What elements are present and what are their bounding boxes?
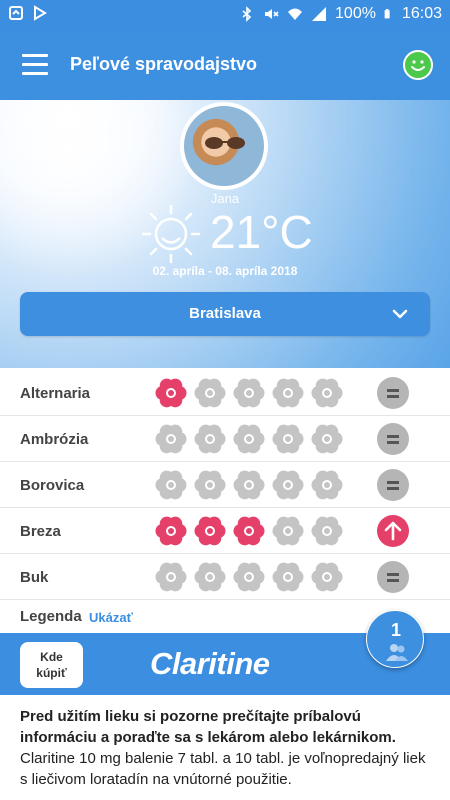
trend-equal-icon (377, 561, 409, 593)
signal-icon (312, 7, 327, 21)
trend-equal-icon (377, 377, 409, 409)
buy-line-2: kúpiť (36, 666, 67, 680)
trend-up-icon (377, 515, 409, 547)
pollen-name: Alternaria (20, 385, 91, 402)
flower-inactive-icon (310, 468, 344, 502)
flower-inactive-icon (154, 468, 188, 502)
disclaimer-text: Claritine 10 mg balenie 7 tabl. a 10 tab… (20, 750, 426, 788)
date-range: 02. apríla - 08. apríla 2018 (152, 264, 298, 278)
flower-inactive-icon (232, 422, 266, 456)
battery-icon (384, 9, 390, 19)
city-dropdown[interactable]: Bratislava (20, 292, 430, 336)
weather-hero: Jana 21°C 02. apríla - 08. apríla 2018 B… (0, 100, 450, 368)
pollen-name: Buk (20, 569, 49, 586)
flower-inactive-icon (193, 376, 227, 410)
menu-button[interactable] (22, 54, 48, 76)
pollen-name: Borovica (20, 477, 85, 494)
legend-label: Legenda (20, 608, 82, 625)
flower-inactive-icon (271, 514, 305, 548)
pollen-level (154, 560, 349, 594)
flower-inactive-icon (193, 468, 227, 502)
avatar[interactable] (180, 102, 268, 190)
pollen-row[interactable]: Breza (0, 508, 450, 554)
pollen-level (154, 514, 349, 548)
flower-active-icon (154, 514, 188, 548)
status-bar: 100% 16:03 (0, 0, 450, 30)
pollen-list: Alternaria Ambrózia Borovica Breza Buk (0, 370, 450, 600)
flower-inactive-icon (232, 376, 266, 410)
flower-active-icon (232, 514, 266, 548)
flower-active-icon (193, 514, 227, 548)
flower-inactive-icon (154, 560, 188, 594)
people-icon (386, 644, 408, 661)
mute-icon (265, 9, 279, 19)
friends-count: 1 (390, 620, 401, 640)
weather-row: 21°C (0, 203, 450, 264)
flower-inactive-icon (271, 422, 305, 456)
disclaimer-warning: Pred užitím lieku si pozorne prečítajte … (20, 708, 396, 746)
notification-icon (9, 6, 23, 20)
flower-inactive-icon (154, 422, 188, 456)
trend-equal-icon (377, 469, 409, 501)
play-store-icon (34, 5, 47, 21)
pollen-level (154, 422, 349, 456)
clock: 16:03 (401, 5, 442, 22)
hamburger-icon (22, 54, 48, 57)
flower-inactive-icon (271, 468, 305, 502)
pollen-row[interactable]: Buk (0, 554, 450, 600)
pollen-level (154, 468, 349, 502)
pollen-row[interactable]: Alternaria (0, 370, 450, 416)
bluetooth-icon (242, 6, 252, 22)
flower-inactive-icon (310, 376, 344, 410)
sun-icon (141, 204, 201, 264)
app-bar: Peľové spravodajstvo (0, 30, 450, 100)
profile-smiley-button[interactable] (403, 50, 433, 80)
wifi-icon (288, 8, 303, 20)
pollen-level (154, 376, 349, 410)
flower-active-icon (154, 376, 188, 410)
buy-line-1: Kde (40, 650, 63, 664)
page-title: Peľové spravodajstvo (70, 54, 258, 74)
trend-equal-icon (377, 423, 409, 455)
friends-fab[interactable]: 1 (366, 610, 424, 668)
battery-percent: 100% (335, 5, 376, 22)
legend-show-link[interactable]: Ukázať (89, 610, 133, 625)
flower-inactive-icon (232, 560, 266, 594)
disclaimer: Pred užitím lieku si pozorne prečítajte … (20, 706, 430, 790)
flower-inactive-icon (271, 376, 305, 410)
flower-inactive-icon (232, 468, 266, 502)
pollen-row[interactable]: Ambrózia (0, 416, 450, 462)
city-label: Bratislava (189, 305, 261, 322)
smiley-icon (411, 60, 425, 71)
pollen-name: Ambrózia (20, 431, 89, 448)
flower-inactive-icon (310, 560, 344, 594)
chevron-down-icon (392, 309, 408, 319)
pollen-name: Breza (20, 523, 61, 540)
flower-inactive-icon (193, 560, 227, 594)
flower-inactive-icon (271, 560, 305, 594)
flower-inactive-icon (310, 422, 344, 456)
where-to-buy-button[interactable]: Kde kúpiť (20, 642, 83, 688)
flower-inactive-icon (193, 422, 227, 456)
flower-inactive-icon (310, 514, 344, 548)
brand-logo: Claritine (150, 646, 270, 681)
pollen-row[interactable]: Borovica (0, 462, 450, 508)
sunglasses-icon (205, 137, 245, 149)
temperature: 21°C (210, 206, 313, 258)
